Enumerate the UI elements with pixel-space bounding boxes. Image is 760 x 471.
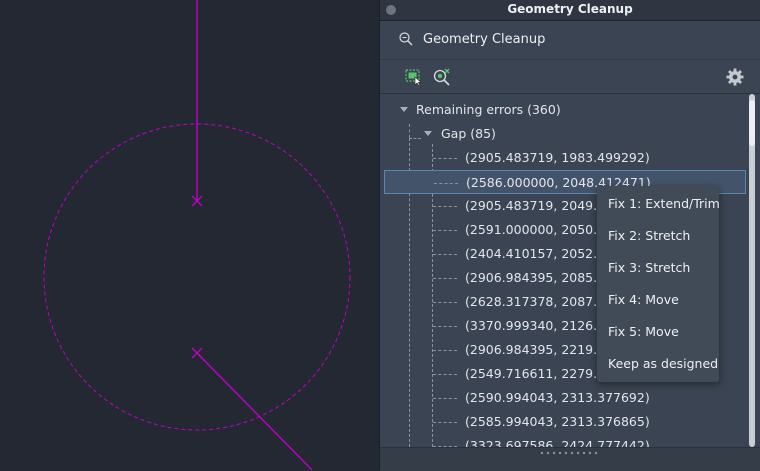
tree-connector bbox=[433, 398, 457, 399]
tree-root-row[interactable]: Remaining errors (360) bbox=[384, 98, 746, 122]
select-region-icon[interactable] bbox=[404, 67, 424, 87]
tree-connector bbox=[434, 183, 458, 184]
zoom-search-icon bbox=[398, 31, 414, 47]
gear-icon[interactable] bbox=[725, 67, 745, 87]
panel-titlebar[interactable]: Geometry Cleanup bbox=[380, 0, 760, 21]
panel-header: Geometry Cleanup bbox=[380, 21, 760, 60]
scrollbar-track[interactable] bbox=[749, 94, 755, 447]
panel-resize-bar[interactable] bbox=[380, 447, 760, 471]
canvas-geometry bbox=[43, 0, 351, 470]
chevron-down-icon[interactable] bbox=[400, 107, 408, 112]
panel-header-title: Geometry Cleanup bbox=[423, 32, 546, 47]
error-item-label: (2591.000000, 2050.48 bbox=[465, 222, 614, 237]
tree-connector bbox=[433, 254, 457, 255]
error-item-label: (2590.994043, 2313.377692) bbox=[465, 390, 650, 405]
tree-connector bbox=[433, 158, 457, 159]
error-item-row[interactable]: (3323.697586, 2424.777442) bbox=[384, 434, 746, 447]
menu-item-fix-2[interactable]: Fix 2: Stretch bbox=[597, 222, 719, 250]
tree-group-row[interactable]: Gap (85) bbox=[384, 122, 746, 146]
error-item-label: (3323.697586, 2424.777442) bbox=[465, 438, 650, 447]
menu-item-fix-5[interactable]: Fix 5: Move bbox=[597, 318, 719, 346]
zoom-error-icon[interactable] bbox=[432, 67, 452, 87]
tree-connector bbox=[433, 230, 457, 231]
tree-connector bbox=[433, 206, 457, 207]
tree-root-label: Remaining errors (360) bbox=[416, 102, 561, 117]
error-item-label: (2585.994043, 2313.376865) bbox=[465, 414, 650, 429]
tree-connector bbox=[433, 422, 457, 423]
resize-grip-icon[interactable] bbox=[539, 451, 599, 455]
window-title: Geometry Cleanup bbox=[507, 2, 633, 16]
drawing-canvas[interactable] bbox=[0, 0, 380, 470]
scrollbar-thumb[interactable] bbox=[749, 100, 755, 146]
error-item-row[interactable]: (2585.994043, 2313.376865) bbox=[384, 410, 746, 434]
tree-connector bbox=[433, 374, 457, 375]
diagonal-line bbox=[196, 352, 313, 470]
endpoint-marker-bottom bbox=[191, 347, 203, 359]
menu-item-fix-1[interactable]: Fix 1: Extend/Trim bbox=[597, 190, 720, 218]
tree-scrollbar[interactable] bbox=[748, 94, 757, 447]
tree-connector bbox=[433, 350, 457, 351]
tree-connector bbox=[433, 326, 457, 327]
menu-item-fix-4[interactable]: Fix 4: Move bbox=[597, 286, 719, 314]
tree-connector bbox=[433, 278, 457, 279]
error-item-row[interactable]: (2905.483719, 1983.499292) bbox=[384, 146, 746, 170]
panel-toolbar bbox=[380, 60, 760, 94]
tree-connector bbox=[433, 302, 457, 303]
chevron-down-icon[interactable] bbox=[424, 131, 432, 136]
menu-item-fix-3[interactable]: Fix 3: Stretch bbox=[597, 254, 719, 282]
menu-item-keep-as-designed[interactable]: Keep as designed bbox=[597, 350, 719, 378]
error-item-row[interactable]: (2590.994043, 2313.377692) bbox=[384, 386, 746, 410]
tree-group-label: Gap (85) bbox=[441, 126, 496, 141]
fix-context-menu: Fix 1: Extend/Trim Fix 2: Stretch Fix 3:… bbox=[597, 186, 720, 382]
error-item-label: (2905.483719, 1983.499292) bbox=[465, 150, 650, 165]
